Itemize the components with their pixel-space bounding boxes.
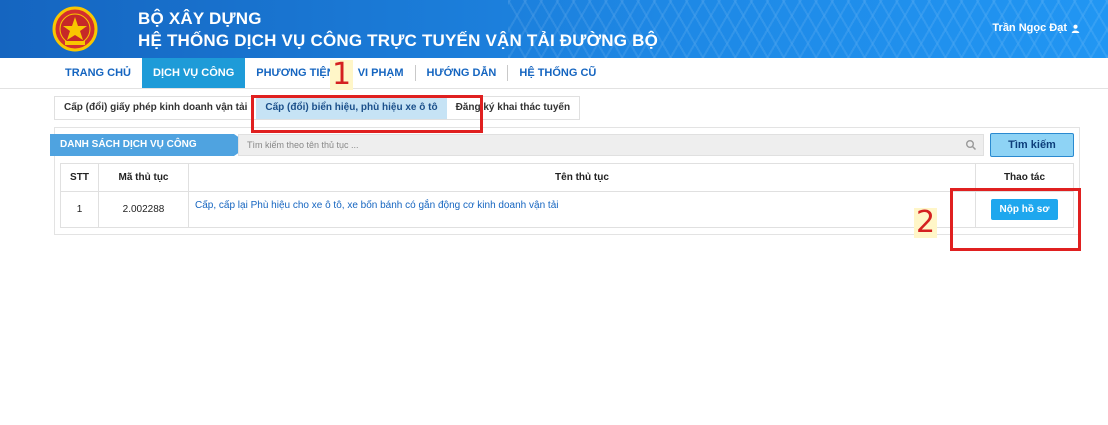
procedure-link[interactable]: Cấp, cấp lại Phù hiệu cho xe ô tô, xe bố…: [188, 191, 976, 228]
service-list-label: DANH SÁCH DỊCH VỤ CÔNG: [50, 134, 250, 156]
nav-item-old-system[interactable]: HỆ THỐNG CŨ: [508, 58, 607, 88]
header-procedure-name: Tên thủ tục: [188, 163, 976, 192]
search-icon: [966, 140, 977, 151]
user-menu[interactable]: Trần Ngọc Đạt: [992, 22, 1080, 34]
nav-item-violations[interactable]: VI PHẠM: [347, 58, 415, 88]
cell-code: 2.002288: [98, 191, 189, 228]
user-name: Trần Ngọc Đạt: [992, 22, 1067, 34]
tab-business-license[interactable]: Cấp (đổi) giấy phép kinh doanh vận tải: [55, 97, 256, 119]
nav-item-guide[interactable]: HƯỚNG DẪN: [416, 58, 508, 88]
search-input[interactable]: Tìm kiếm theo tên thủ tục ...: [238, 134, 984, 156]
header-code: Mã thủ tục: [98, 163, 189, 192]
cell-stt: 1: [60, 191, 99, 228]
annotation-box-2: [950, 188, 1081, 251]
table-header-row: STT Mã thủ tục Tên thủ tục Thao tác: [60, 163, 1074, 192]
header-stt: STT: [60, 163, 99, 192]
annotation-number-1: 1: [330, 57, 354, 92]
user-icon: [1071, 24, 1080, 33]
ministry-title: BỘ XÂY DỰNG: [138, 9, 262, 28]
search-button[interactable]: Tìm kiếm: [990, 133, 1074, 157]
search-placeholder: Tìm kiếm theo tên thủ tục ...: [247, 140, 359, 150]
annotation-number-2: 2: [914, 205, 938, 240]
nav-underline: [0, 88, 1108, 89]
nav-item-home[interactable]: TRANG CHỦ: [54, 58, 142, 88]
annotation-box-1: [251, 95, 483, 133]
system-title: HỆ THỐNG DỊCH VỤ CÔNG TRỰC TUYẾN VẬN TẢI…: [138, 31, 659, 50]
top-header: BỘ XÂY DỰNG HỆ THỐNG DỊCH VỤ CÔNG TRỰC T…: [0, 0, 1108, 58]
national-emblem-icon: [52, 6, 98, 52]
nav-item-public-services[interactable]: DỊCH VỤ CÔNG: [142, 58, 246, 88]
